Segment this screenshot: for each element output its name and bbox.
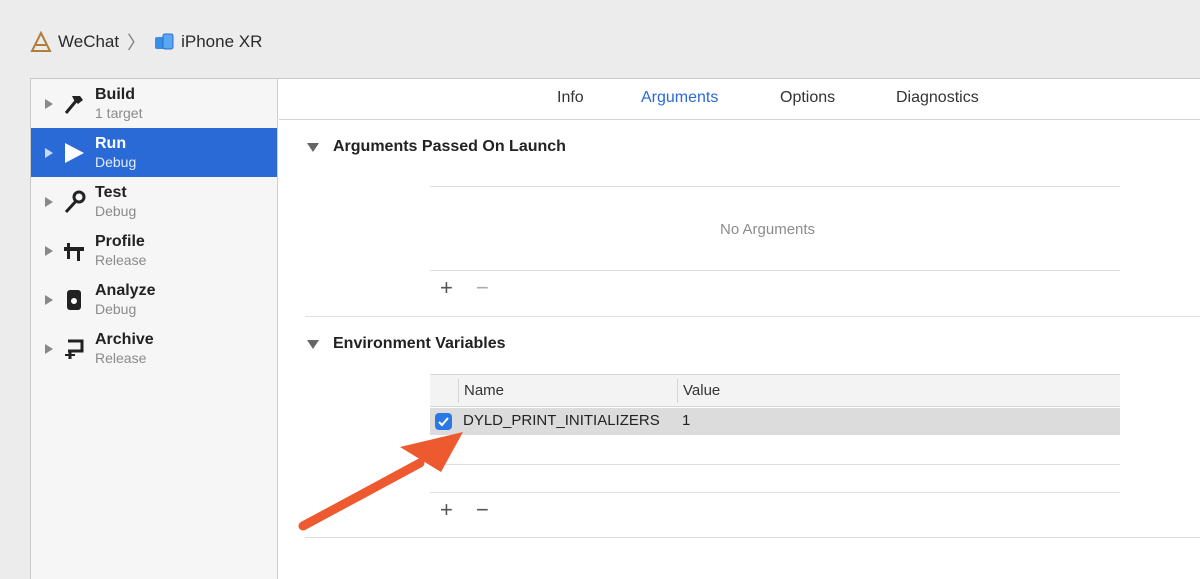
- sidebar-item-archive[interactable]: Archive Release: [31, 324, 277, 373]
- scheme-actions-sidebar: Build 1 target Run Debug Test Debug Prof…: [31, 79, 278, 579]
- environment-section-title: Environment Variables: [333, 335, 506, 352]
- breadcrumb: WeChat 〉 iPhone XR: [30, 28, 262, 56]
- tab-options[interactable]: Options: [780, 89, 835, 107]
- sidebar-item-title: Archive: [95, 330, 154, 348]
- divider: [430, 270, 1120, 271]
- archive-icon: [61, 336, 87, 362]
- disclosure-triangle-icon[interactable]: [45, 294, 53, 305]
- tab-arguments[interactable]: Arguments: [641, 89, 718, 107]
- column-separator: [458, 379, 459, 403]
- disclosure-triangle-icon[interactable]: [307, 142, 319, 152]
- wrench-icon: [61, 189, 87, 215]
- sidebar-item-build[interactable]: Build 1 target: [31, 79, 277, 128]
- env-var-name[interactable]: DYLD_PRINT_INITIALIZERS: [463, 412, 660, 429]
- sidebar-item-analyze[interactable]: Analyze Debug: [31, 275, 277, 324]
- disclosure-triangle-icon[interactable]: [45, 147, 53, 158]
- remove-argument-button[interactable]: −: [476, 277, 489, 299]
- divider: [430, 186, 1120, 187]
- sidebar-item-title: Run: [95, 134, 127, 152]
- scheme-editor: Build 1 target Run Debug Test Debug Prof…: [30, 78, 1200, 579]
- no-arguments-label: No Arguments: [720, 221, 816, 238]
- sidebar-item-profile[interactable]: Profile Release: [31, 226, 277, 275]
- sidebar-item-title: Analyze: [95, 281, 156, 299]
- hammer-icon: [61, 91, 87, 117]
- destination-name[interactable]: iPhone XR: [181, 32, 262, 52]
- disclosure-triangle-icon[interactable]: [45, 245, 53, 256]
- column-header-name[interactable]: Name: [464, 382, 504, 399]
- env-var-value[interactable]: 1: [682, 412, 690, 429]
- checkmark-icon: [438, 417, 449, 427]
- env-table-header: Name Value: [430, 374, 1120, 407]
- arguments-section-title: Arguments Passed On Launch: [333, 138, 566, 155]
- arguments-section-header[interactable]: Arguments Passed On Launch: [307, 138, 566, 156]
- sidebar-item-run[interactable]: Run Debug: [31, 128, 277, 177]
- column-separator: [677, 379, 678, 403]
- divider: [305, 537, 1200, 538]
- table-row[interactable]: DYLD_PRINT_INITIALIZERS 1: [430, 408, 1120, 435]
- tab-bar: Info Arguments Options Diagnostics: [279, 79, 1200, 120]
- sidebar-item-subtitle: Release: [95, 349, 147, 366]
- add-variable-button[interactable]: +: [440, 499, 453, 521]
- enable-checkbox[interactable]: [435, 413, 452, 430]
- scheme-detail-pane: Info Arguments Options Diagnostics Argum…: [279, 79, 1200, 579]
- sidebar-item-subtitle: 1 target: [95, 104, 143, 121]
- sidebar-item-title: Test: [95, 183, 127, 201]
- divider: [305, 316, 1200, 317]
- divider: [430, 492, 1120, 493]
- disclosure-triangle-icon[interactable]: [307, 339, 319, 349]
- remove-variable-button[interactable]: −: [476, 499, 489, 521]
- column-header-value[interactable]: Value: [683, 382, 720, 399]
- divider: [430, 464, 1120, 465]
- gauge-icon: [61, 238, 87, 264]
- disclosure-triangle-icon[interactable]: [45, 98, 53, 109]
- add-argument-button[interactable]: +: [440, 277, 453, 299]
- sidebar-item-test[interactable]: Test Debug: [31, 177, 277, 226]
- xcode-app-icon: [30, 30, 52, 53]
- chevron-right-icon: 〉: [127, 33, 146, 53]
- scheme-name[interactable]: WeChat: [58, 32, 119, 52]
- sidebar-item-subtitle: Debug: [95, 153, 137, 170]
- tab-info[interactable]: Info: [557, 89, 584, 107]
- play-icon: [61, 140, 87, 166]
- sidebar-item-subtitle: Release: [95, 251, 147, 268]
- disclosure-triangle-icon[interactable]: [45, 196, 53, 207]
- sidebar-item-title: Build: [95, 85, 135, 103]
- device-icon: [153, 31, 175, 53]
- analyze-icon: [61, 287, 87, 313]
- sidebar-item-title: Profile: [95, 232, 145, 250]
- environment-section-header[interactable]: Environment Variables: [307, 335, 506, 353]
- tab-diagnostics[interactable]: Diagnostics: [896, 89, 979, 107]
- sidebar-item-subtitle: Debug: [95, 300, 137, 317]
- disclosure-triangle-icon[interactable]: [45, 343, 53, 354]
- sidebar-item-subtitle: Debug: [95, 202, 137, 219]
